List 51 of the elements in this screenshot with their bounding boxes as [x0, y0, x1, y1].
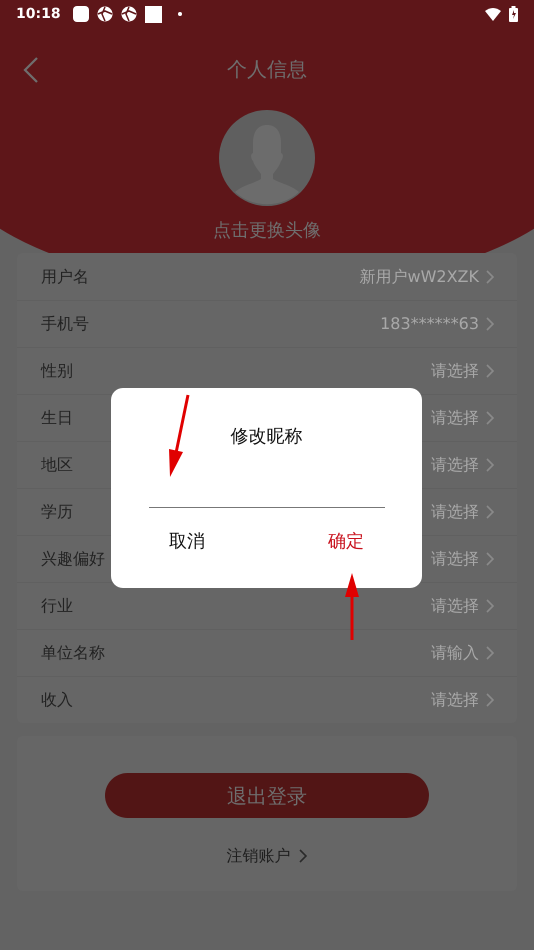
chevron-right-icon — [486, 552, 495, 566]
chevron-right-icon — [486, 458, 495, 472]
app-notification-icon — [72, 6, 89, 22]
field-label: 手机号 — [41, 313, 89, 335]
page-title: 个人信息 — [227, 56, 307, 83]
chevron-right-icon — [486, 317, 495, 331]
chevron-right-icon — [486, 364, 495, 378]
profile-row[interactable]: 用户名 新用户wW2XZK — [17, 253, 517, 300]
field-label: 生日 — [41, 407, 73, 429]
field-label: 单位名称 — [41, 642, 105, 664]
field-value: 请输入 — [431, 642, 479, 664]
field-label: 地区 — [41, 454, 73, 476]
field-label: 兴趣偏好 — [41, 548, 105, 570]
chevron-right-icon — [486, 599, 495, 613]
profile-row[interactable]: 收入 请选择 — [17, 676, 517, 723]
status-time: 10:18 — [16, 4, 61, 24]
logout-button[interactable]: 退出登录 — [105, 773, 429, 818]
field-label: 行业 — [41, 595, 73, 617]
profile-row[interactable]: 单位名称 请输入 — [17, 629, 517, 676]
chevron-right-icon — [486, 505, 495, 519]
aperture-icon — [120, 6, 137, 22]
field-label: 用户名 — [41, 266, 89, 288]
back-icon[interactable] — [23, 57, 39, 83]
field-value: 请选择 — [431, 454, 479, 476]
field-value: 请选择 — [431, 689, 479, 711]
wifi-icon — [485, 8, 501, 20]
field-value: 183******63 — [380, 313, 479, 335]
field-label: 学历 — [41, 501, 73, 523]
field-value: 请选择 — [431, 501, 479, 523]
delete-account-link[interactable]: 注销账户 — [226, 844, 290, 868]
field-value: 请选择 — [431, 407, 479, 429]
profile-row[interactable]: 手机号 183******63 — [17, 300, 517, 347]
field-value: 新用户wW2XZK — [360, 266, 479, 288]
confirm-button[interactable]: 确定 — [328, 528, 364, 555]
field-value: 请选择 — [431, 548, 479, 570]
chevron-right-icon — [486, 646, 495, 660]
dialog-title: 修改昵称 — [230, 425, 302, 449]
chevron-right-icon — [486, 693, 495, 707]
chevron-right-icon — [486, 411, 495, 425]
field-label: 收入 — [41, 689, 73, 711]
avatar-silhouette-icon[interactable] — [219, 110, 315, 206]
chevron-right-icon — [486, 270, 495, 284]
field-label: 性别 — [41, 360, 73, 382]
battery-icon — [509, 6, 518, 22]
annotation-arrow — [343, 572, 361, 642]
aperture-icon — [96, 6, 113, 22]
cancel-button[interactable]: 取消 — [169, 528, 205, 555]
field-value: 请选择 — [431, 595, 479, 617]
field-value: 请选择 — [431, 360, 479, 382]
change-avatar-label[interactable]: 点击更换头像 — [213, 217, 321, 244]
chevron-right-icon — [298, 849, 308, 863]
